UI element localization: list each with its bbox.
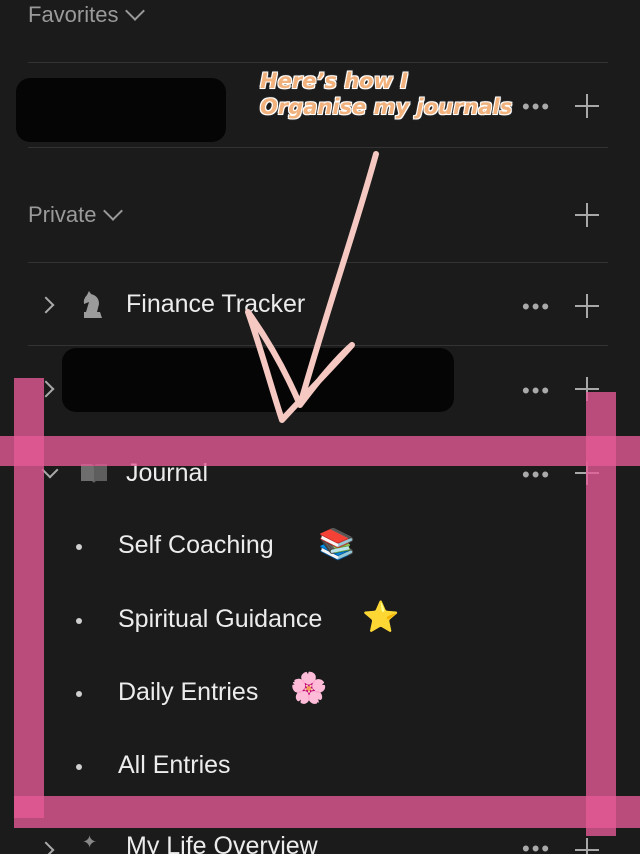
highlight-stroke — [14, 796, 640, 828]
highlight-stroke — [586, 392, 616, 836]
highlight-stroke — [0, 436, 640, 466]
highlight-stroke — [14, 378, 44, 818]
hand-drawn-arrow-icon — [245, 151, 379, 423]
